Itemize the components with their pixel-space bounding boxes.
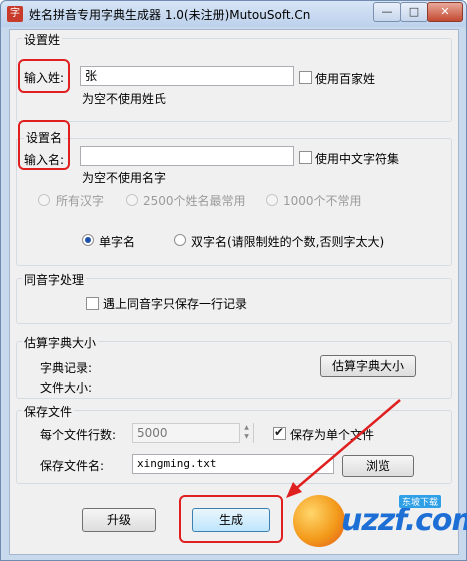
save-group-title: 保存文件 <box>22 403 75 420</box>
single-char-name-radio[interactable] <box>82 234 94 246</box>
stepper-up-icon[interactable]: ▲ <box>240 423 253 432</box>
close-button[interactable]: ✕ <box>427 2 463 22</box>
window-title: 姓名拼音专用字典生成器 1.0(未注册)MutouSoft.Cn <box>29 8 311 22</box>
name-hint: 为空不使用名字 <box>82 171 167 185</box>
annotation-box-surname-label <box>18 59 70 93</box>
records-label: 字典记录: <box>40 361 93 375</box>
annotation-box-name-labels <box>18 120 70 170</box>
estimate-size-button[interactable]: 估算字典大小 <box>320 355 416 377</box>
save-single-file-checkbox[interactable]: ✔ <box>273 425 286 440</box>
lines-per-file-label: 每个文件行数: <box>40 428 117 442</box>
charset-all-label[interactable]: 所有汉字 <box>56 192 104 209</box>
lines-per-file-stepper[interactable]: ▲ ▼ <box>239 423 253 443</box>
surname-group-title: 设置姓 <box>22 31 63 48</box>
charset-all-radio[interactable] <box>38 194 50 206</box>
app-icon: 字 <box>7 6 23 22</box>
charset-1000-label[interactable]: 1000个不常用 <box>283 192 362 209</box>
use-baijiaxing-label[interactable]: 使用百家姓 <box>315 70 375 87</box>
watermark-badge: 东坡下载 <box>399 495 442 508</box>
homophone-label[interactable]: 遇上同音字只保存一行记录 <box>103 295 247 312</box>
stepper-down-icon[interactable]: ▼ <box>240 432 253 441</box>
title-bar[interactable]: 字 姓名拼音专用字典生成器 1.0(未注册)MutouSoft.Cn — □ ✕ <box>1 1 466 27</box>
use-chinese-charset-label[interactable]: 使用中文字符集 <box>315 150 399 167</box>
checkmark-icon: ✔ <box>274 425 285 439</box>
annotation-box-generate <box>179 495 283 543</box>
client-area: 设置姓 输入姓: 张 使用百家姓 为空不使用姓氏 设置名 输入名: 使用中文字符… <box>9 29 459 555</box>
upgrade-button[interactable]: 升级 <box>82 508 156 532</box>
double-char-name-label[interactable]: 双字名(请限制姓的个数,否则字太大) <box>191 233 384 250</box>
save-single-file-label[interactable]: 保存为单个文件 <box>290 426 374 443</box>
minimize-button[interactable]: — <box>373 2 401 22</box>
app-window: 字 姓名拼音专用字典生成器 1.0(未注册)MutouSoft.Cn — □ ✕… <box>0 0 467 561</box>
homophone-group-title: 同音字处理 <box>22 271 87 288</box>
watermark-text: uzzf.com <box>341 503 467 538</box>
use-baijiaxing-checkbox[interactable] <box>299 71 312 84</box>
surname-hint: 为空不使用姓氏 <box>82 92 167 106</box>
use-chinese-charset-checkbox[interactable] <box>299 151 312 164</box>
homophone-checkbox[interactable] <box>86 297 99 310</box>
lines-per-file-input[interactable]: 5000 <box>132 423 254 443</box>
single-char-name-label[interactable]: 单字名 <box>99 233 135 250</box>
double-char-name-radio[interactable] <box>174 234 186 246</box>
estimate-group-title: 估算字典大小 <box>22 334 99 351</box>
radio-selected-dot <box>85 237 91 243</box>
charset-2500-radio[interactable] <box>126 194 138 206</box>
browse-button[interactable]: 浏览 <box>342 455 414 477</box>
charset-2500-label[interactable]: 2500个姓名最常用 <box>143 192 246 209</box>
maximize-button[interactable]: □ <box>400 2 428 22</box>
file-size-label: 文件大小: <box>40 381 93 395</box>
filename-input[interactable]: xingming.txt <box>132 454 334 474</box>
uzzf-logo-icon <box>293 495 345 547</box>
surname-input[interactable]: 张 <box>80 66 294 86</box>
watermark-logo: uzzf.com 东坡下载 <box>287 491 467 551</box>
filename-label: 保存文件名: <box>40 459 105 473</box>
charset-1000-radio[interactable] <box>266 194 278 206</box>
name-input[interactable] <box>80 146 294 166</box>
